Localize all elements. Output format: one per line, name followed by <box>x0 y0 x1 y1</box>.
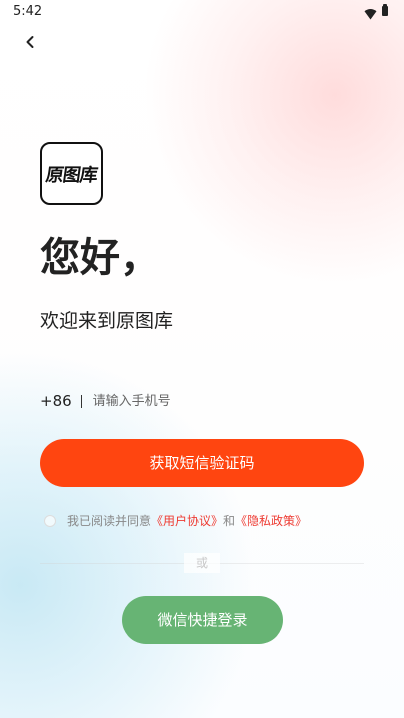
privacy-policy-link[interactable]: 《隐私政策》 <box>235 512 307 530</box>
greeting-title: 您好， <box>40 235 160 281</box>
or-divider-text: 或 <box>184 553 220 573</box>
get-sms-code-button[interactable]: 获取短信验证码 <box>40 439 364 487</box>
battery-icon <box>382 4 388 16</box>
user-agreement-link[interactable]: 《用户协议》 <box>151 512 223 530</box>
back-button[interactable] <box>16 29 44 57</box>
login-screen: 5:42 原图库 您好， 欢迎来到原图库 +86 获取短信验证码 我已阅读并同意 <box>0 0 404 718</box>
welcome-subtitle: 欢迎来到原图库 <box>40 310 174 332</box>
status-icons <box>364 4 388 20</box>
agreement-radio-checkbox[interactable] <box>44 515 56 527</box>
wifi-icon <box>364 5 377 20</box>
wechat-quick-login-button[interactable]: 微信快捷登录 <box>122 596 283 644</box>
agreement-conjunction: 和 <box>223 514 236 528</box>
phone-number-input[interactable] <box>92 387 313 415</box>
agreement-prefix: 我已阅读并同意 <box>67 514 152 528</box>
agreement-row: 我已阅读并同意 《用户协议》 和 《隐私政策》 <box>44 512 364 530</box>
phone-input-divider <box>80 394 82 408</box>
app-logo-text: 原图库 <box>44 164 99 186</box>
app-logo: 原图库 <box>40 142 103 205</box>
status-bar: 5:42 <box>0 0 404 24</box>
status-time: 5:42 <box>13 4 43 19</box>
country-code-selector[interactable]: +86 <box>40 392 72 410</box>
chevron-left-icon <box>23 34 37 53</box>
phone-number-row: +86 <box>40 387 364 415</box>
